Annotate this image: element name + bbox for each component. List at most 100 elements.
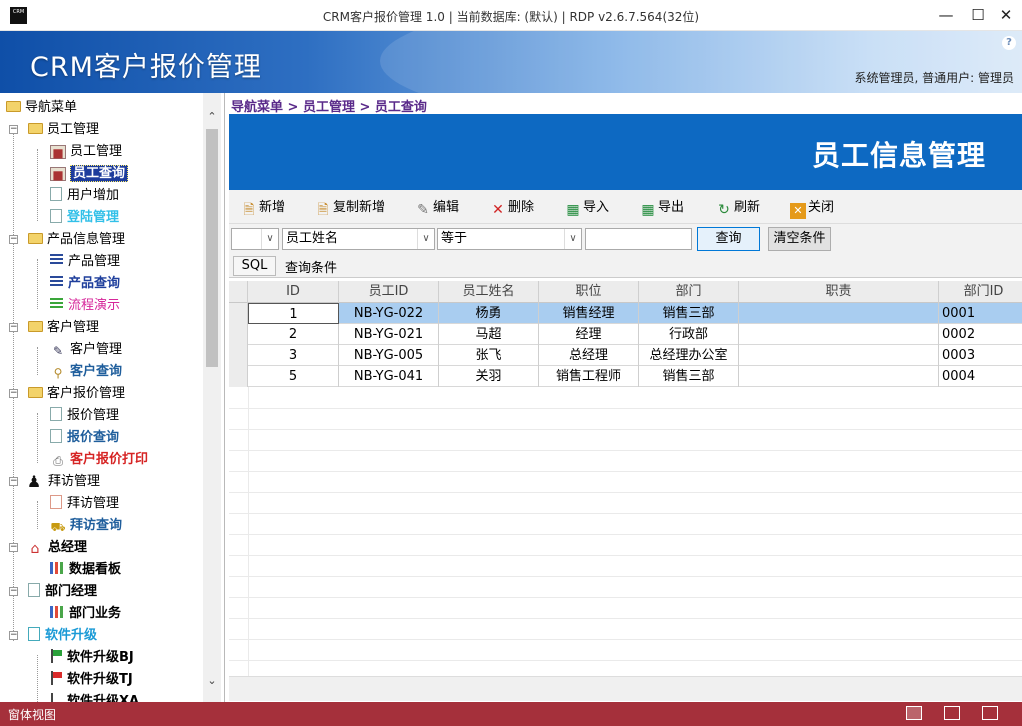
column-header[interactable]: 员工姓名 [439,281,539,303]
collapse-toggle[interactable]: − [9,389,18,398]
row-header[interactable] [229,303,248,324]
refresh-button[interactable]: ↻ 刷新 [716,198,760,218]
tree-group-customer[interactable]: 客户管理 [28,317,99,339]
table-cell[interactable]: 2 [248,324,339,345]
filter-value-input[interactable] [585,228,692,250]
collapse-toggle[interactable]: − [9,631,18,640]
sidebar-scrollbar[interactable]: ⌃ ⌄ [203,93,221,702]
edit-button[interactable]: ✎ 编辑 [415,198,459,218]
clear-conditions-button[interactable]: 清空条件 [768,227,831,251]
collapse-toggle[interactable]: − [9,323,18,332]
table-cell[interactable]: NB-YG-041 [339,366,439,387]
close-window-button[interactable]: ✕ [990,0,1022,31]
form-view-icon[interactable] [906,706,922,720]
tree-item-upgrade-tj[interactable]: 软件升级TJ [50,669,133,691]
tree-item-product-query[interactable]: 产品查询 [50,273,120,295]
scroll-thumb[interactable] [206,129,218,367]
operator-select[interactable]: 等于 ∨ [437,228,582,250]
column-header[interactable]: 部门ID [939,281,1022,303]
table-cell[interactable]: 行政部 [639,324,739,345]
tree-root[interactable]: 导航菜单 [6,97,77,119]
table-cell[interactable]: NB-YG-021 [339,324,439,345]
table-cell[interactable]: 关羽 [439,366,539,387]
tree-item-product-management[interactable]: 产品管理 [50,251,120,273]
tree-item-login-management[interactable]: 登陆管理 [50,207,119,229]
collapse-toggle[interactable]: − [9,125,18,134]
table-cell[interactable]: 0004 [939,366,1022,387]
collapse-toggle[interactable]: − [9,543,18,552]
row-header[interactable] [229,345,248,366]
tree-item-dashboard[interactable]: 数据看板 [50,559,121,581]
table-cell[interactable]: NB-YG-022 [339,303,439,324]
table-cell[interactable]: 0001 [939,303,1022,324]
table-cell[interactable]: 销售三部 [639,303,739,324]
collapse-toggle[interactable]: − [9,235,18,244]
field-select[interactable]: 员工姓名 ∨ [282,228,435,250]
help-icon[interactable]: ? [1002,36,1016,50]
table-row[interactable]: 2 NB-YG-021 马超 经理 行政部 0002 [229,324,1022,345]
column-header[interactable]: 员工ID [339,281,439,303]
tree-item-add-user[interactable]: 用户增加 [50,185,119,207]
tree-group-employee[interactable]: 员工管理 [28,119,99,141]
table-cell[interactable]: 马超 [439,324,539,345]
scroll-up-icon[interactable]: ⌃ [206,111,218,123]
datasheet-view-icon[interactable] [944,706,960,720]
tree-item-quote-print[interactable]: ⎙ 客户报价打印 [50,449,148,471]
table-cell[interactable]: 3 [248,345,339,366]
design-view-icon[interactable] [982,706,998,720]
tree-group-quotation[interactable]: 客户报价管理 [28,383,125,405]
tree-item-quote-query[interactable]: 报价查询 [50,427,119,449]
collapse-toggle[interactable]: − [9,587,18,596]
tree-group-product[interactable]: 产品信息管理 [28,229,125,251]
column-header[interactable]: 部门 [639,281,739,303]
sql-button[interactable]: SQL [233,256,276,276]
tree-item-department-business[interactable]: 部门业务 [50,603,121,625]
tree-item-customer-query[interactable]: ⚲ 客户查询 [50,361,122,383]
column-header[interactable]: 职责 [739,281,939,303]
collapse-toggle[interactable]: − [9,477,18,486]
tree-item-visit-query[interactable]: ⛟ 拜访查询 [50,515,122,537]
table-cell[interactable] [739,303,939,324]
table-cell[interactable]: 销售三部 [639,366,739,387]
table-row[interactable]: 1 NB-YG-022 杨勇 销售经理 销售三部 0001 [229,303,1022,324]
tree-item-upgrade-bj[interactable]: 软件升级BJ [50,647,134,669]
row-header[interactable] [229,324,248,345]
table-cell[interactable]: 销售经理 [539,303,639,324]
table-cell[interactable] [739,324,939,345]
tree-item-employee-management[interactable]: ■ 员工管理 [50,141,122,163]
column-header[interactable]: 职位 [539,281,639,303]
tree-item-quote-management[interactable]: 报价管理 [50,405,119,427]
tree-item-visit-management[interactable]: 拜访管理 [50,493,119,515]
tree-item-upgrade-xa[interactable]: 软件升级XA [50,691,139,702]
table-row[interactable]: 3 NB-YG-005 张飞 总经理 总经理办公室 0003 [229,345,1022,366]
tree-group-department-manager[interactable]: 部门经理 [28,581,97,603]
table-cell[interactable] [739,366,939,387]
table-cell[interactable]: 总经理 [539,345,639,366]
row-header[interactable] [229,366,248,387]
table-cell[interactable]: NB-YG-005 [339,345,439,366]
add-button[interactable]: 🗎 新增 [241,198,285,218]
minimize-button[interactable]: — [930,0,962,31]
close-button[interactable]: ✕ 关闭 [790,198,834,219]
query-button[interactable]: 查询 [697,227,760,251]
table-cell[interactable]: 销售工程师 [539,366,639,387]
export-button[interactable]: ▦ 导出 [640,198,684,218]
tree-item-employee-query[interactable]: ■ 员工查询 [50,163,129,185]
logic-select[interactable]: ∨ [231,228,279,250]
column-header[interactable]: ID [248,281,339,303]
table-cell[interactable]: 1 [248,303,339,324]
table-cell[interactable]: 0002 [939,324,1022,345]
table-cell[interactable]: 杨勇 [439,303,539,324]
table-cell[interactable] [739,345,939,366]
tree-group-visit[interactable]: ♟ 拜访管理 [24,471,100,493]
tree-group-software-upgrade[interactable]: 软件升级 [28,625,97,647]
table-cell[interactable]: 5 [248,366,339,387]
horizontal-scrollbar[interactable] [229,676,1022,701]
tree-item-customer-management[interactable]: ✎ 客户管理 [50,339,122,361]
import-button[interactable]: ▦ 导入 [565,198,609,218]
copy-add-button[interactable]: 🗎 复制新增 [315,198,385,218]
table-cell[interactable]: 经理 [539,324,639,345]
table-cell[interactable]: 0003 [939,345,1022,366]
tree-group-general-manager[interactable]: ⌂ 总经理 [26,537,87,559]
table-row[interactable]: 5 NB-YG-041 关羽 销售工程师 销售三部 0004 [229,366,1022,387]
